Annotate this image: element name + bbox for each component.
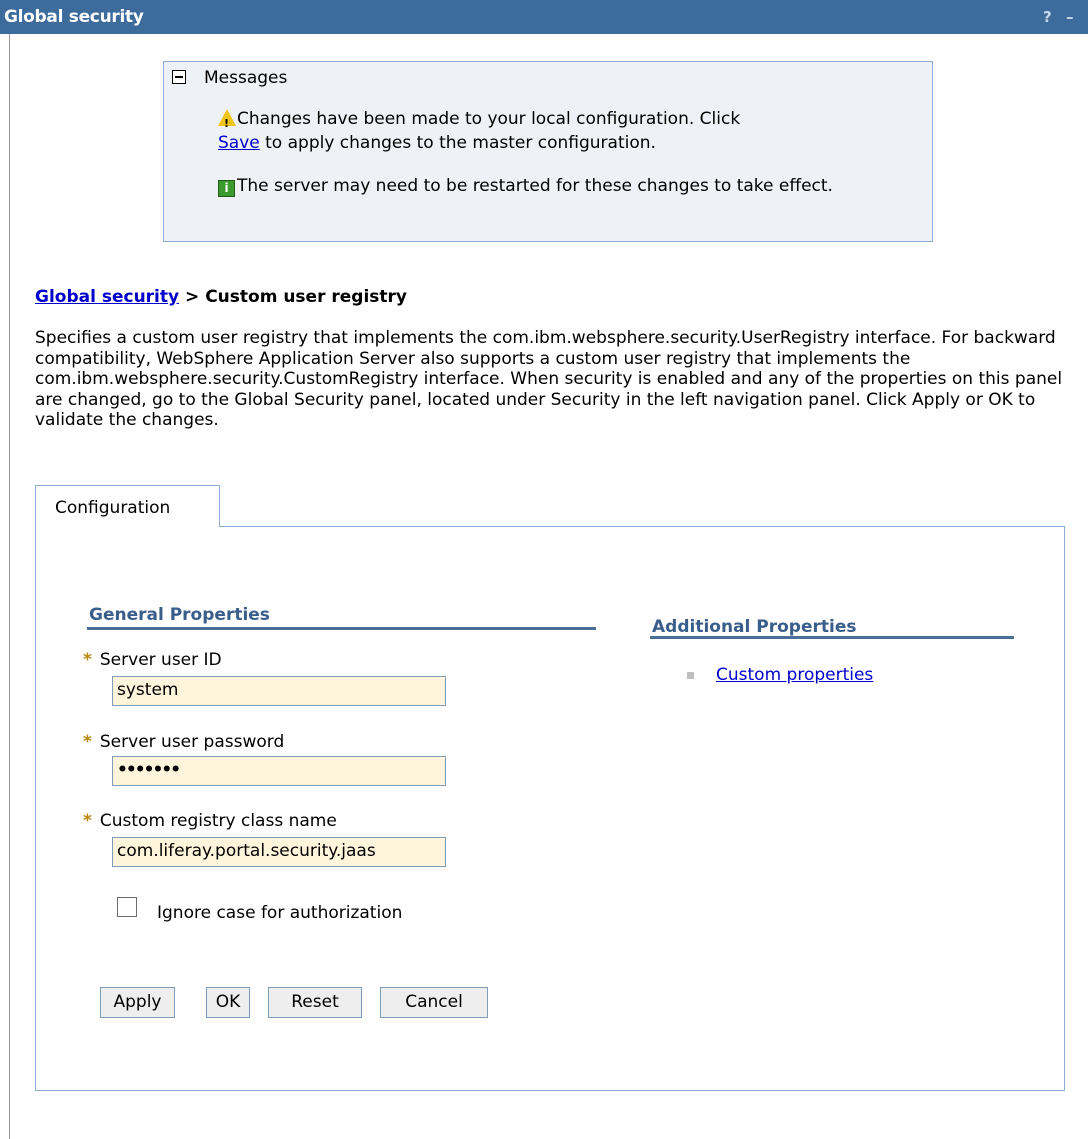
server-user-id-label: * Server user ID [83, 650, 222, 670]
minimize-icon[interactable]: – [1066, 8, 1074, 26]
additional-properties-heading: Additional Properties [652, 617, 857, 637]
required-asterisk-icon: * [83, 650, 92, 670]
save-link[interactable]: Save [218, 133, 260, 153]
left-border [9, 34, 10, 1139]
required-asterisk-icon: * [83, 811, 92, 831]
warning-message: ! Changes have been made to your local co… [218, 107, 918, 155]
custom-registry-class-name-input[interactable]: com.liferay.portal.security.jaas [112, 837, 446, 867]
custom-registry-class-name-label: * Custom registry class name [83, 811, 337, 831]
cancel-button[interactable]: Cancel [380, 987, 488, 1018]
general-properties-heading: General Properties [89, 605, 270, 625]
required-asterisk-icon: * [83, 732, 92, 752]
info-text: The server may need to be restarted for … [237, 176, 833, 196]
messages-box: Messages ! Changes have been made to your… [163, 61, 933, 242]
breadcrumb: Global security > Custom user registry [35, 287, 407, 307]
server-user-id-input[interactable]: system [112, 676, 446, 706]
messages-header: Messages [204, 68, 288, 88]
custom-properties-link[interactable]: Custom properties [716, 665, 873, 685]
breadcrumb-separator: > [185, 287, 200, 307]
apply-button[interactable]: Apply [100, 987, 175, 1018]
server-user-password-input[interactable]: ••••••• [112, 756, 446, 786]
ignore-case-checkbox[interactable] [117, 897, 137, 917]
warning-text-pre: Changes have been made to your local con… [237, 109, 741, 129]
tab-configuration-label: Configuration [55, 498, 171, 518]
ok-button[interactable]: OK [206, 987, 250, 1018]
info-icon: i [218, 180, 235, 197]
additional-properties-rule [650, 636, 1014, 639]
breadcrumb-global-security-link[interactable]: Global security [35, 287, 179, 307]
tab-configuration[interactable]: Configuration [35, 485, 220, 527]
breadcrumb-current: Custom user registry [205, 287, 407, 307]
portlet-title-bar: Global security ? – [0, 0, 1088, 34]
warning-text-post: to apply changes to the master configura… [265, 133, 656, 153]
reset-button[interactable]: Reset [268, 987, 362, 1018]
bullet-icon [687, 672, 694, 679]
ignore-case-label: Ignore case for authorization [157, 903, 403, 923]
portlet-title: Global security [4, 7, 144, 27]
warning-triangle-icon: ! [218, 109, 236, 130]
help-icon[interactable]: ? [1043, 8, 1052, 26]
collapse-icon[interactable] [172, 70, 186, 84]
info-message: i The server may need to be restarted for… [218, 174, 918, 198]
server-user-password-label: * Server user password [83, 732, 285, 752]
page-description: Specifies a custom user registry that im… [35, 328, 1063, 430]
general-properties-rule [87, 627, 596, 630]
